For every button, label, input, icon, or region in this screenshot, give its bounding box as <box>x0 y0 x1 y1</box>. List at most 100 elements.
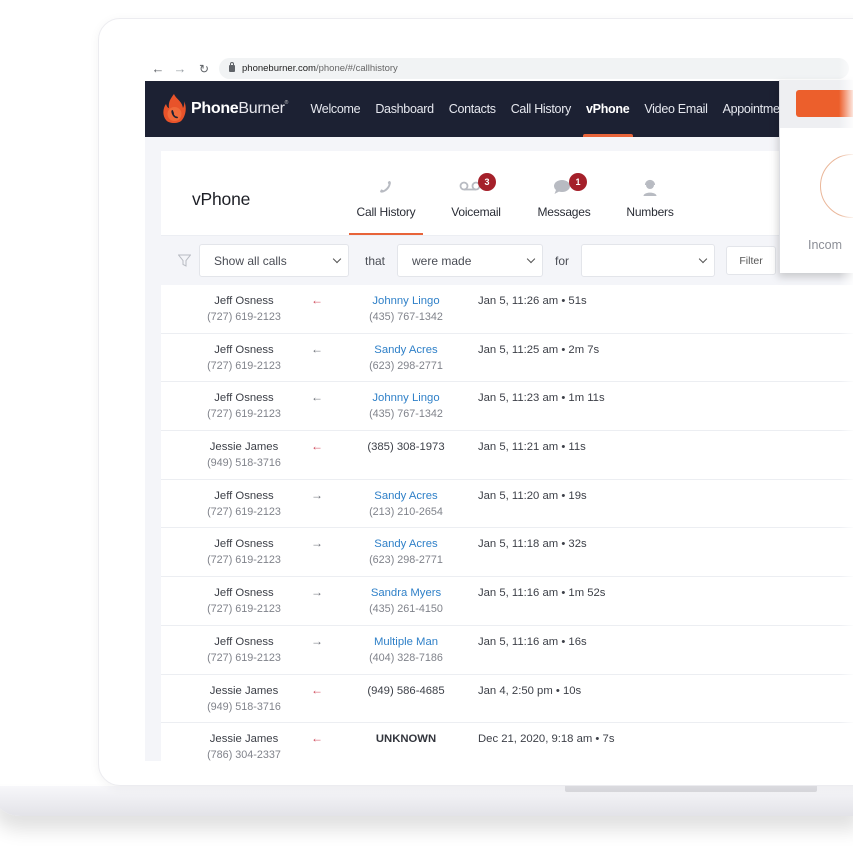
nav-contacts[interactable]: Contacts <box>441 81 503 137</box>
page-title: vPhone <box>192 189 250 210</box>
caller-phone: (949) 518-3716 <box>194 699 294 715</box>
caller: Jeff Osness(727) 619-2123 <box>194 537 294 568</box>
incoming-arrow-icon: ← <box>311 342 323 357</box>
forward-arrow-icon[interactable]: → <box>173 62 187 76</box>
chevron-down-icon <box>699 255 707 263</box>
caller-avatar-ring <box>820 154 853 218</box>
outgoing-arrow-icon: → <box>311 536 323 551</box>
laptop-screen: ← → ↻ phoneburner.com/phone/#/callhistor… <box>145 56 853 761</box>
callee-name[interactable]: Johnny Lingo <box>346 391 466 406</box>
url-path: /phone/#/callhistory <box>316 63 398 74</box>
caller-name: Jeff Osness <box>194 343 294 358</box>
tab-call-history[interactable]: Call History <box>349 151 423 235</box>
popover-header <box>780 80 853 128</box>
filter-funnel-icon[interactable] <box>178 254 191 267</box>
call-time-duration: Jan 5, 11:23 am • 1m 11s <box>478 391 605 406</box>
caller: Jessie James(949) 518-3716 <box>194 440 294 471</box>
logo-light: Burner <box>238 100 284 117</box>
stage: ← → ↻ phoneburner.com/phone/#/callhistor… <box>0 0 853 848</box>
tab-numbers[interactable]: Numbers <box>615 151 685 235</box>
caller-name: Jeff Osness <box>194 635 294 650</box>
call-time-duration: Jan 5, 11:20 am • 19s <box>478 489 587 504</box>
caller-phone: (727) 619-2123 <box>194 504 294 520</box>
logo-wordmark: PhoneBurner® <box>191 100 288 118</box>
chevron-down-icon <box>333 255 341 263</box>
voicemail-badge: 3 <box>478 173 496 191</box>
caller-name: Jessie James <box>194 684 294 699</box>
reload-icon[interactable]: ↻ <box>197 62 211 76</box>
card-header: vPhone Call History 3 <box>161 151 853 235</box>
nav-video-email[interactable]: Video Email <box>637 81 715 137</box>
caller-name: Jeff Osness <box>194 586 294 601</box>
callee-phone: (435) 261-4150 <box>346 601 466 617</box>
outgoing-arrow-icon: → <box>311 634 323 649</box>
phone-icon <box>378 179 394 198</box>
callee-name[interactable]: Sandy Acres <box>346 537 466 552</box>
call-row[interactable]: Jeff Osness(727) 619-2123←Johnny Lingo(4… <box>161 285 853 334</box>
call-row[interactable]: Jeff Osness(727) 619-2123 → Sandy Acres(62… <box>161 528 853 577</box>
incoming-call-popover: Incom <box>779 80 853 273</box>
page-body: vPhone Call History 3 <box>145 137 853 761</box>
caller-name: Jeff Osness <box>194 391 294 406</box>
callee-phone: (404) 328-7186 <box>346 650 466 666</box>
outgoing-arrow-icon: → <box>311 488 323 503</box>
callee-phone: (213) 210-2654 <box>346 504 466 520</box>
callee-name[interactable]: Sandra Myers <box>346 586 466 601</box>
tab-voicemail[interactable]: 3 Voicemail <box>441 151 511 235</box>
nav-call-history[interactable]: Call History <box>503 81 578 137</box>
vphone-tabs: Call History 3 Voicemail <box>349 151 685 235</box>
caller: Jeff Osness(727) 619-2123 <box>194 635 294 666</box>
caller-phone: (727) 619-2123 <box>194 309 294 325</box>
incoming-arrow-icon: ← <box>311 390 323 405</box>
call-time-duration: Jan 5, 11:18 am • 32s <box>478 537 587 552</box>
incoming-arrow-icon: ← <box>311 293 323 308</box>
callee-name[interactable]: Multiple Man <box>346 635 466 650</box>
main-nav: Welcome Dashboard Contacts Call History … <box>303 81 787 137</box>
callee-name[interactable]: Sandy Acres <box>346 489 466 504</box>
call-time-duration: Jan 5, 11:16 am • 1m 52s <box>478 586 605 601</box>
incoming-arrow-icon: ← <box>311 731 323 746</box>
back-arrow-icon[interactable]: ← <box>151 62 165 76</box>
incoming-arrow-icon: ← <box>311 683 323 698</box>
call-status-select[interactable]: were made <box>397 244 543 277</box>
tab-messages[interactable]: 1 Messages <box>529 151 599 235</box>
call-row[interactable]: Jeff Osness(727) 619-2123 → Multiple Man(4… <box>161 626 853 675</box>
caller: Jeff Osness(727) 619-2123 <box>194 586 294 617</box>
call-type-select[interactable]: Show all calls <box>199 244 349 277</box>
call-row[interactable]: Jeff Osness(727) 619-2123←Sandy Acres(62… <box>161 334 853 383</box>
callee-phone: (623) 298-2771 <box>346 552 466 568</box>
call-row[interactable]: Jeff Osness(727) 619-2123→Sandra Myers(4… <box>161 577 853 626</box>
call-row[interactable]: Jeff Osness(727) 619-2123←Johnny Lingo(4… <box>161 382 853 431</box>
callee-name[interactable]: Sandy Acres <box>346 343 466 358</box>
messages-badge: 1 <box>569 173 587 191</box>
callee-name: UNKNOWN <box>346 732 466 747</box>
filter-button[interactable]: Filter <box>726 246 776 275</box>
call-row[interactable]: Jessie James(949) 518-3716←(949) 586-468… <box>161 675 853 724</box>
nav-appointments[interactable]: Appointme <box>715 81 787 137</box>
lock-icon <box>229 65 235 72</box>
call-time-duration: Jan 5, 11:16 am • 16s <box>478 635 587 650</box>
chevron-down-icon <box>527 255 535 263</box>
call-row[interactable]: Jessie James(786) 304-2337←UNKNOWNDec 21… <box>161 723 853 761</box>
tab-label: Messages <box>537 205 590 219</box>
caller-name: Jeff Osness <box>194 489 294 504</box>
call-time-duration: Jan 5, 11:26 am • 51s <box>478 294 587 309</box>
nav-welcome[interactable]: Welcome <box>303 81 368 137</box>
call-row[interactable]: Jessie James(949) 518-3716←(385) 308-197… <box>161 431 853 480</box>
caller-phone: (727) 619-2123 <box>194 406 294 422</box>
call-type-value: Show all calls <box>214 254 287 268</box>
caller: Jessie James(786) 304-2337 <box>194 732 294 761</box>
callee-name: (385) 308-1973 <box>346 440 466 455</box>
caller-phone: (786) 304-2337 <box>194 747 294 761</box>
popover-action-button[interactable] <box>796 90 853 117</box>
callee-name[interactable]: Johnny Lingo <box>346 294 466 309</box>
for-label: for <box>543 254 581 268</box>
call-row[interactable]: Jeff Osness(727) 619-2123 → Sandy Acres(21… <box>161 480 853 529</box>
nav-vphone[interactable]: vPhone <box>579 81 637 137</box>
caller-name: Jessie James <box>194 440 294 455</box>
callee: (385) 308-1973 <box>346 440 466 455</box>
phoneburner-logo[interactable]: PhoneBurner® <box>162 93 288 125</box>
for-select[interactable] <box>581 244 715 277</box>
address-bar[interactable]: phoneburner.com/phone/#/callhistory <box>219 58 849 79</box>
nav-dashboard[interactable]: Dashboard <box>368 81 441 137</box>
